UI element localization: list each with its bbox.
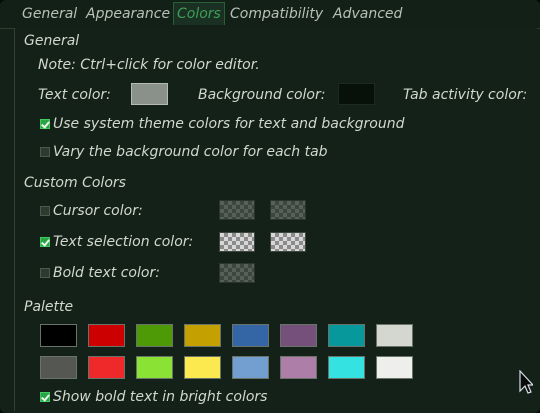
vary-background-checkbox[interactable] <box>40 147 50 157</box>
selection-foreground-color-button[interactable] <box>219 232 255 252</box>
show-bold-bright-label[interactable]: Show bold text in bright colors <box>53 388 267 406</box>
color-editor-note: Note: Ctrl+click for color editor. <box>38 57 260 73</box>
background-color-label: Background color: <box>198 87 326 103</box>
palette-color-7[interactable] <box>376 324 413 347</box>
cursor-color-checkbox[interactable] <box>40 206 50 216</box>
cursor-color-label[interactable]: Cursor color: <box>53 202 143 220</box>
tab-appearance[interactable]: Appearance <box>86 3 170 25</box>
text-color-button[interactable] <box>131 83 168 105</box>
palette-color-10[interactable] <box>136 356 173 379</box>
palette-color-14[interactable] <box>328 356 365 379</box>
palette-color-1[interactable] <box>88 324 125 347</box>
tab-activity-color-label: Tab activity color: <box>403 87 528 103</box>
palette-color-5[interactable] <box>280 324 317 347</box>
show-bold-bright-checkbox[interactable] <box>40 392 50 402</box>
preferences-window: General Appearance Colors Compatibility … <box>0 0 540 413</box>
palette-color-11[interactable] <box>184 356 221 379</box>
mouse-cursor-icon <box>519 370 533 394</box>
tab-bar: General Appearance Colors Compatibility … <box>0 0 540 29</box>
bold-text-color-label[interactable]: Bold text color: <box>53 264 160 282</box>
text-selection-color-checkbox[interactable] <box>40 237 50 247</box>
palette-color-4[interactable] <box>232 324 269 347</box>
palette-color-15[interactable] <box>376 356 413 379</box>
custom-colors-section-title: Custom Colors <box>24 175 126 191</box>
general-section-title: General <box>24 33 80 49</box>
tab-compatibility[interactable]: Compatibility <box>230 3 323 25</box>
palette-color-2[interactable] <box>136 324 173 347</box>
palette-color-6[interactable] <box>328 324 365 347</box>
palette-section-title: Palette <box>24 299 74 315</box>
use-system-theme-checkbox[interactable] <box>40 119 50 129</box>
palette-color-12[interactable] <box>232 356 269 379</box>
bold-text-color-button[interactable] <box>219 263 255 283</box>
palette-color-3[interactable] <box>184 324 221 347</box>
tab-colors[interactable]: Colors <box>173 2 225 25</box>
text-color-label: Text color: <box>38 87 111 103</box>
tab-general[interactable]: General <box>22 3 77 25</box>
tab-advanced[interactable]: Advanced <box>333 3 402 25</box>
bold-text-color-checkbox[interactable] <box>40 268 50 278</box>
vary-background-label[interactable]: Vary the background color for each tab <box>53 143 328 161</box>
text-selection-color-label[interactable]: Text selection color: <box>53 233 193 251</box>
cursor-foreground-color-button[interactable] <box>219 200 255 220</box>
palette-color-8[interactable] <box>40 356 77 379</box>
palette-color-0[interactable] <box>40 324 77 347</box>
cursor-background-color-button[interactable] <box>270 200 306 220</box>
selection-background-color-button[interactable] <box>270 232 306 252</box>
use-system-theme-label[interactable]: Use system theme colors for text and bac… <box>53 115 405 133</box>
palette-color-13[interactable] <box>280 356 317 379</box>
background-color-button[interactable] <box>338 83 375 105</box>
palette-color-9[interactable] <box>88 356 125 379</box>
